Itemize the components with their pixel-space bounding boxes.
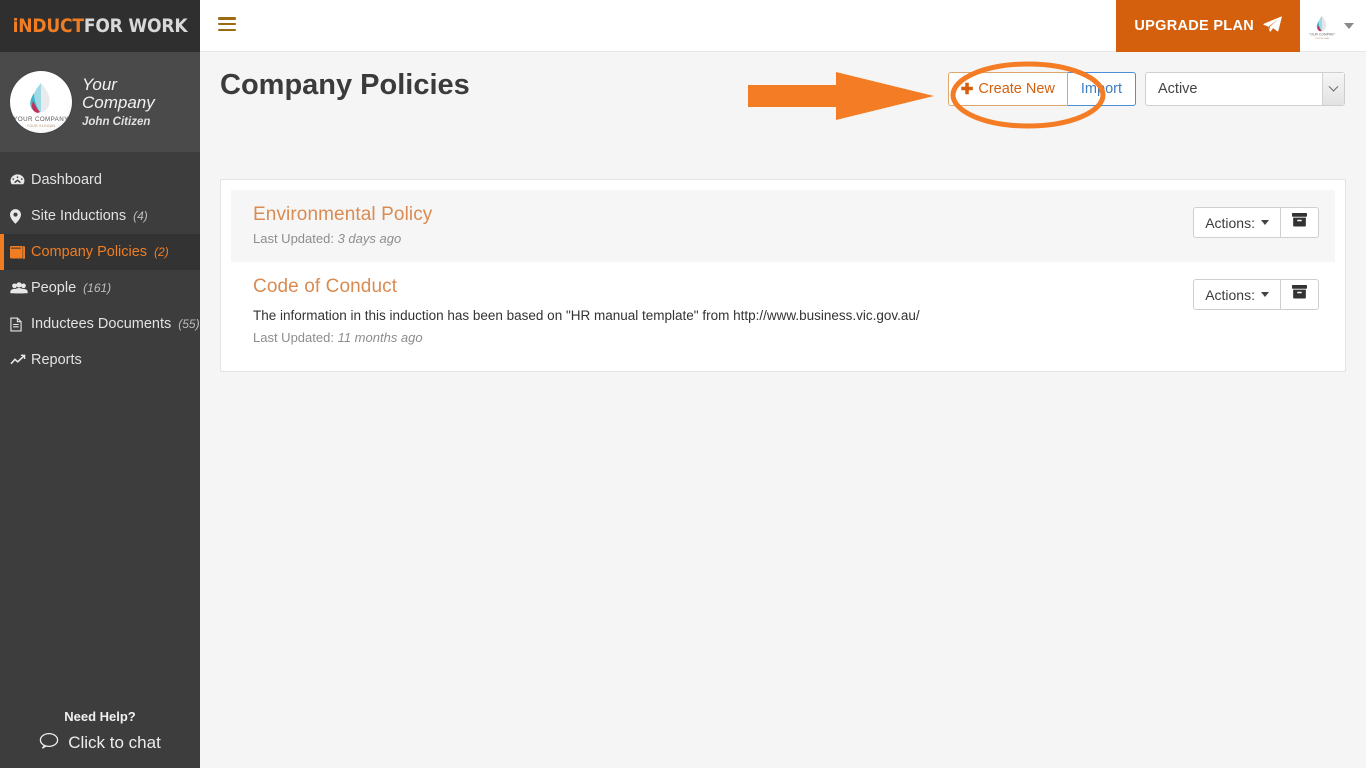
user-name: John Citizen <box>82 115 151 128</box>
app-root: iNDUCTFOR WORK YOUR COMPANY YOUR SLOGAN … <box>0 0 1366 768</box>
policy-info: Environmental Policy Last Updated: 3 day… <box>253 204 1193 246</box>
import-button[interactable]: Import <box>1067 72 1136 106</box>
dashboard-icon <box>10 173 31 187</box>
hamburger-line <box>218 17 236 20</box>
archive-button[interactable] <box>1281 207 1319 238</box>
file-icon <box>10 316 31 332</box>
brand-bar: iNDUCTFOR WORK <box>0 0 200 52</box>
sidebar-item-label: Site Inductions <box>31 208 127 224</box>
page-title: Company Policies <box>220 69 470 101</box>
header-actions: ✚ Create New Import Active <box>947 72 1345 106</box>
policy-updated-value: 11 months ago <box>337 330 423 346</box>
policy-updated: Last Updated: 11 months ago <box>253 330 1193 345</box>
policy-info: Code of Conduct The information in this … <box>253 276 1193 345</box>
policy-title-link[interactable]: Code of Conduct <box>253 276 1193 298</box>
plus-icon: ✚ <box>960 81 974 98</box>
sidebar-item-count: (55) <box>178 317 200 331</box>
click-to-chat-label: Click to chat <box>68 733 161 752</box>
status-filter-value: Active <box>1158 81 1198 97</box>
policy-updated-label: Last Updated: <box>253 231 334 246</box>
chevron-down-icon[interactable] <box>1322 73 1344 105</box>
sidebar-item-label: Reports <box>31 352 82 368</box>
status-filter-select[interactable]: Active <box>1145 72 1345 106</box>
policy-updated-label: Last Updated: <box>253 330 334 346</box>
actions-label: Actions: <box>1205 286 1255 303</box>
table-row: Environmental Policy Last Updated: 3 day… <box>231 190 1335 262</box>
policy-description: The information in this induction has be… <box>253 308 920 323</box>
sidebar-item-inductees-documents[interactable]: Inductees Documents (55) <box>0 306 200 342</box>
company-name-line2: Company <box>82 92 155 112</box>
archive-button[interactable] <box>1281 279 1319 310</box>
caret-down-icon <box>1261 220 1269 225</box>
policy-title-link[interactable]: Environmental Policy <box>253 204 1193 226</box>
user-menu[interactable]: YOUR COMPANY YOUR SLOGAN <box>1299 0 1362 52</box>
upgrade-plan-label: UPGRADE PLAN <box>1134 18 1254 34</box>
sidebar-nav: Dashboard Site Inductions (4) Company Po… <box>0 162 200 378</box>
map-marker-icon <box>10 208 31 224</box>
page-header: Company Policies ✚ Create New Import Act… <box>200 52 1366 124</box>
hamburger-line <box>218 22 236 26</box>
logo-part-forwork: FOR WORK <box>83 15 188 37</box>
actions-dropdown-button[interactable]: Actions: <box>1193 279 1281 310</box>
svg-text:YOUR COMPANY: YOUR COMPANY <box>1308 33 1336 37</box>
profile-text: Your Company John Citizen <box>82 76 155 128</box>
help-title: Need Help? <box>64 709 136 724</box>
actions-label: Actions: <box>1205 214 1255 231</box>
caret-down-icon <box>1261 292 1269 297</box>
svg-text:YOUR COMPANY: YOUR COMPANY <box>13 116 68 123</box>
book-icon <box>10 245 31 260</box>
help-section: Need Help? Click to chat <box>0 709 200 754</box>
policy-updated-value: 3 days ago <box>337 231 402 246</box>
sidebar: iNDUCTFOR WORK YOUR COMPANY YOUR SLOGAN … <box>0 0 200 768</box>
archive-box-icon <box>1292 213 1307 232</box>
sidebar-item-company-policies[interactable]: Company Policies (2) <box>0 234 200 270</box>
policy-updated: Last Updated: 3 days ago <box>253 231 1193 246</box>
sidebar-item-people[interactable]: People (161) <box>0 270 200 306</box>
upgrade-plan-button[interactable]: UPGRADE PLAN <box>1116 0 1300 52</box>
sidebar-item-label: Dashboard <box>31 172 102 188</box>
users-icon <box>10 281 31 295</box>
create-new-label: Create New <box>978 81 1055 97</box>
hamburger-line <box>218 28 236 32</box>
sidebar-item-count: (4) <box>133 209 148 223</box>
avatar: YOUR COMPANY YOUR SLOGAN <box>10 71 72 133</box>
top-bar: UPGRADE PLAN YOUR COMPANY YOUR SLOGAN <box>200 0 1366 52</box>
sidebar-item-label: Company Policies <box>31 244 148 260</box>
company-profile[interactable]: YOUR COMPANY YOUR SLOGAN Your Company Jo… <box>0 52 200 152</box>
svg-text:YOUR SLOGAN: YOUR SLOGAN <box>27 124 55 128</box>
import-label: Import <box>1080 81 1122 97</box>
table-row: Code of Conduct The information in this … <box>231 262 1335 361</box>
row-actions: Actions: <box>1193 279 1319 310</box>
company-logo-mark-small: YOUR COMPANY YOUR SLOGAN <box>1308 15 1336 40</box>
sidebar-item-site-inductions[interactable]: Site Inductions (4) <box>0 198 200 234</box>
chevron-down-icon <box>1344 23 1354 29</box>
row-actions: Actions: <box>1193 207 1319 238</box>
logo-part-induct: iNDUCT <box>12 15 84 37</box>
chart-line-icon <box>10 354 31 367</box>
click-to-chat-button[interactable]: Click to chat <box>39 732 161 754</box>
company-logo-mark: YOUR COMPANY YOUR SLOGAN <box>13 83 68 128</box>
company-name-line1: Your <box>82 75 117 95</box>
chat-bubble-icon <box>39 732 59 754</box>
sidebar-item-label: Inductees Documents <box>31 316 172 332</box>
user-avatar: YOUR COMPANY YOUR SLOGAN <box>1307 11 1337 41</box>
sidebar-item-label: People <box>31 280 77 296</box>
archive-box-icon <box>1292 285 1307 304</box>
hamburger-icon[interactable] <box>218 17 236 32</box>
sidebar-item-count: (2) <box>154 245 169 259</box>
actions-dropdown-button[interactable]: Actions: <box>1193 207 1281 238</box>
app-logo[interactable]: iNDUCTFOR WORK <box>13 15 188 37</box>
sidebar-item-reports[interactable]: Reports <box>0 342 200 378</box>
policies-card: Environmental Policy Last Updated: 3 day… <box>220 179 1346 373</box>
main-content: Company Policies ✚ Create New Import Act… <box>200 52 1366 768</box>
sidebar-item-count: (161) <box>83 281 112 295</box>
sidebar-item-dashboard[interactable]: Dashboard <box>0 162 200 198</box>
paper-plane-icon <box>1263 15 1282 37</box>
svg-text:YOUR SLOGAN: YOUR SLOGAN <box>1315 37 1330 40</box>
create-new-button[interactable]: ✚ Create New <box>947 72 1068 106</box>
